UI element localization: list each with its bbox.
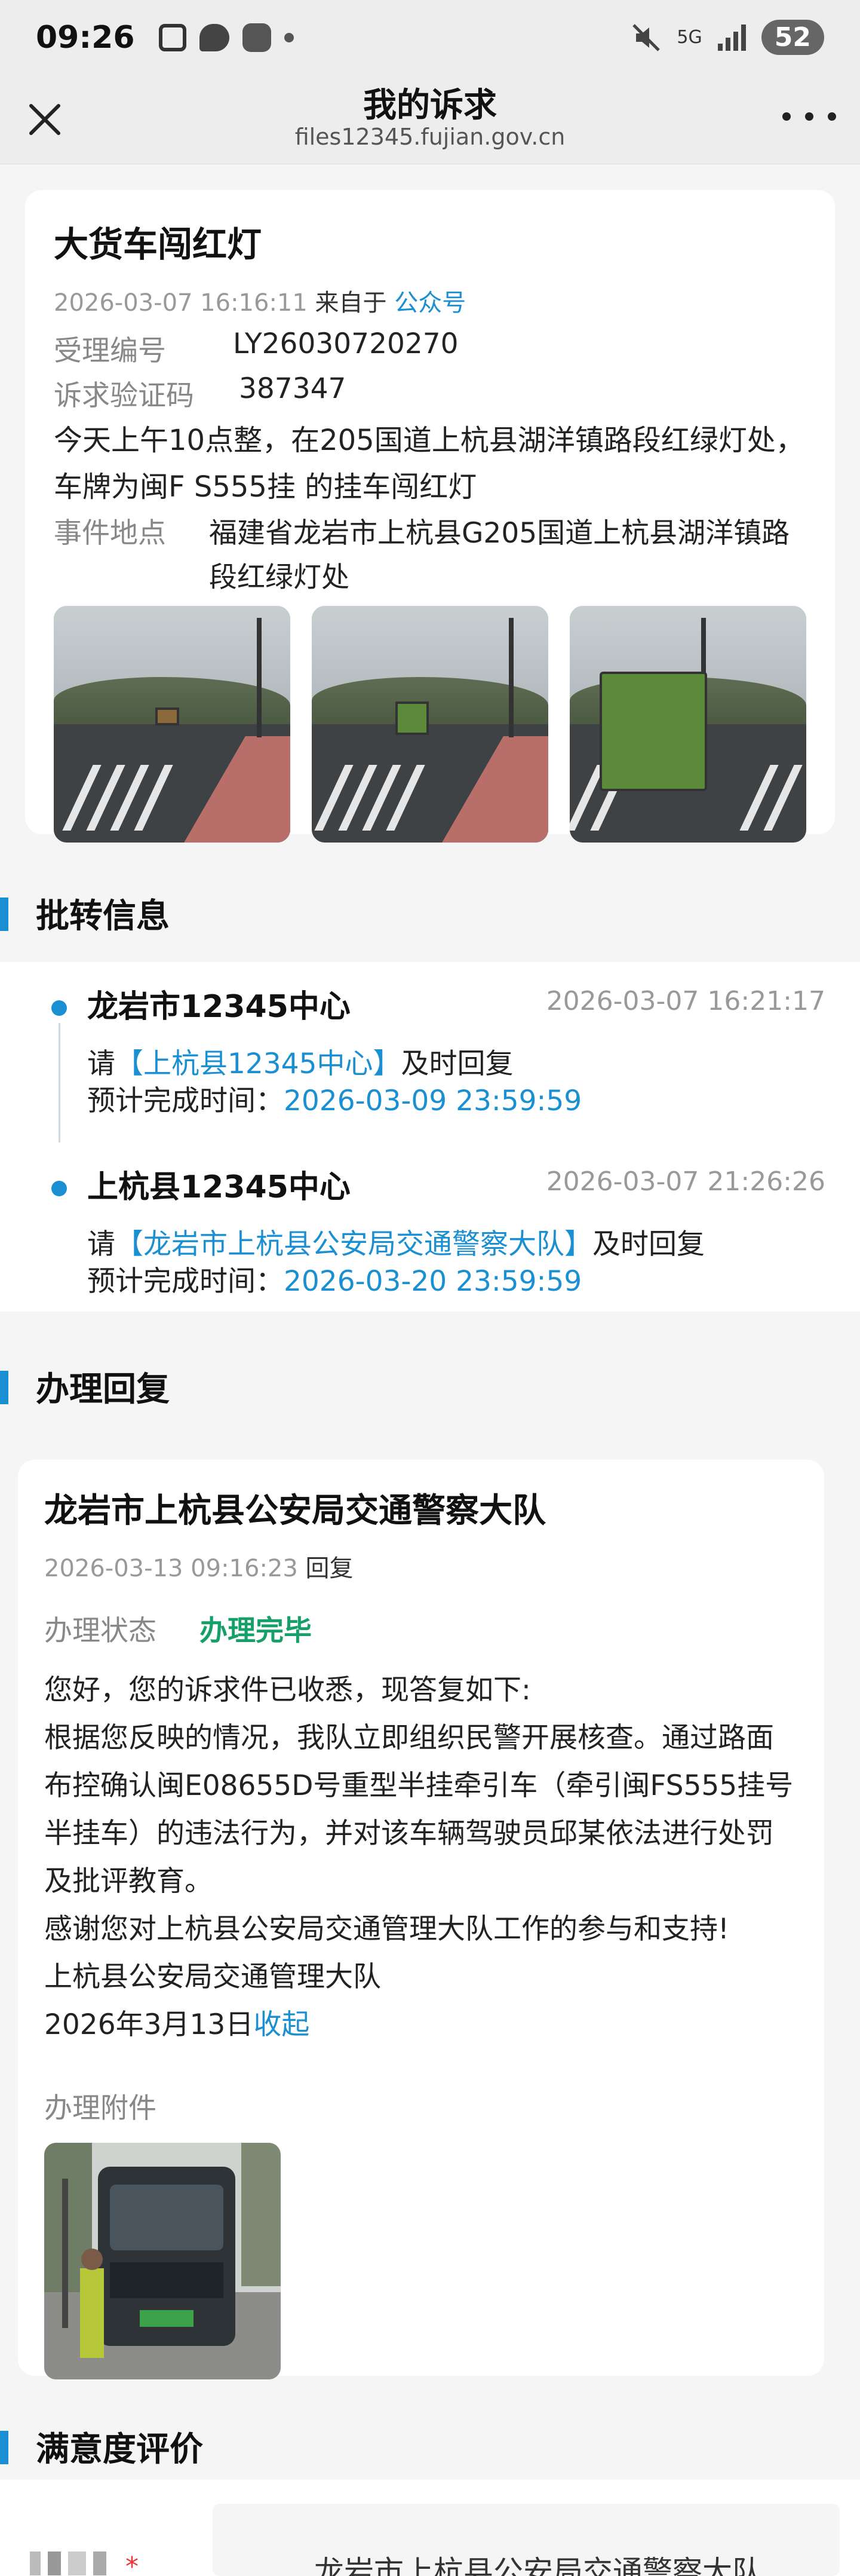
request-suffix: 及时回复 <box>401 1047 514 1080</box>
transfer-timeline: 龙岩市12345中心 2026-03-07 16:21:17 请【上杭县1234… <box>0 962 860 1312</box>
transfer-time: 2026-03-07 16:21:17 <box>546 986 825 1016</box>
reply-body: 您好，您的诉求件已收悉，现答复如下: 根据您反映的情况，我队立即组织民警开展核查… <box>44 1667 798 2049</box>
reply-section-header: 办理回复 <box>0 1350 860 1422</box>
satisfaction-org-selector[interactable]: 龙岩市上杭县公安局交通警察大队 <box>213 2504 840 2576</box>
case-code-label: 诉求验证码 <box>54 379 194 412</box>
battery-indicator: 52 <box>761 20 824 55</box>
satisfaction-section-header: 满意度评价 <box>0 2410 860 2482</box>
timeline-dot-icon <box>51 1181 67 1196</box>
case-id-row: 受理编号 LY26030720270 <box>54 327 806 369</box>
page-title: 我的诉求 <box>363 86 497 125</box>
transfer-deadline: 预计完成时间：2026-03-09 23:59:59 <box>87 1083 582 1120</box>
reply-date: 2026年3月13日 <box>44 2008 254 2041</box>
case-meta: 2026-03-07 16:16:11 来自于 公众号 <box>54 283 806 318</box>
request-suffix: 及时回复 <box>592 1228 705 1261</box>
case-id-value: LY26030720270 <box>233 327 459 360</box>
more-dot-icon <box>805 112 813 121</box>
reply-status-value: 办理完毕 <box>199 1615 312 1647</box>
transfer-org: 龙岩市12345中心 <box>87 989 351 1025</box>
case-location-value: 福建省龙岩市上杭县G205国道上杭县湖洋镇路段红绿灯处 <box>209 517 790 594</box>
reply-line: 您好，您的诉求件已收悉，现答复如下: <box>44 1674 531 1707</box>
more-dot-icon <box>828 112 836 121</box>
deadline-value: 2026-03-20 23:59:59 <box>284 1265 582 1298</box>
transfer-section-header: 批转信息 <box>0 877 860 949</box>
case-datetime: 2026-03-07 16:16:11 <box>54 289 308 317</box>
status-time: 09:26 <box>36 19 135 56</box>
title-bar: 我的诉求 files12345.fujian.gov.cn <box>0 75 860 164</box>
case-photo-3[interactable] <box>570 606 806 843</box>
request-prefix: 请 <box>87 1228 115 1261</box>
satisfaction-org: 龙岩市上杭县公安局交通警察大队 <box>314 2554 762 2576</box>
transfer-request: 请【上杭县12345中心】及时回复 <box>87 1046 514 1083</box>
attachment-image-icon <box>44 2143 281 2379</box>
satisfaction-section-title: 满意度评价 <box>36 2430 203 2469</box>
reply-line: 上杭县公安局交通管理大队 <box>44 1961 381 1993</box>
notification-dot-icon <box>284 32 294 42</box>
reply-status-label: 办理状态 <box>44 1615 156 1647</box>
case-title: 大货车闯红灯 <box>54 224 262 265</box>
transfer-request: 请【龙岩市上杭县公安局交通警察大队】及时回复 <box>87 1226 705 1263</box>
reply-section-title: 办理回复 <box>36 1370 170 1409</box>
page-url: files12345.fujian.gov.cn <box>294 124 566 150</box>
reply-meta: 2026-03-13 09:16:23 回复 <box>44 1549 798 1583</box>
reply-date-row: 2026年3月13日收起 <box>44 2001 798 2049</box>
reply-status-row: 办理状态 办理完毕 <box>44 1607 798 1649</box>
app-icon <box>242 23 271 52</box>
reply-line: 感谢您对上杭县公安局交通管理大队工作的参与和支持! <box>44 1913 729 1946</box>
case-location-row: 事件地点 福建省龙岩市上杭县G205国道上杭县湖洋镇路段红绿灯处 <box>54 511 806 600</box>
reply-card: 龙岩市上杭县公安局交通警察大队 2026-03-13 09:16:23 回复 办… <box>18 1460 824 2379</box>
request-prefix: 请 <box>87 1047 115 1080</box>
timeline-line <box>59 1023 60 1142</box>
request-target-link[interactable]: 【龙岩市上杭县公安局交通警察大队】 <box>115 1228 592 1261</box>
scan-icon <box>158 23 186 51</box>
more-button[interactable] <box>782 105 836 128</box>
status-bar: 09:26 5G 52 <box>0 0 860 75</box>
reply-action: 回复 <box>305 1555 354 1582</box>
case-photo-1[interactable] <box>54 606 290 843</box>
transfer-deadline: 预计完成时间：2026-03-20 23:59:59 <box>87 1263 582 1300</box>
deadline-label: 预计完成时间： <box>87 1265 284 1298</box>
case-source-prefix: 来自于 <box>315 289 387 317</box>
case-description: 今天上午10点整，在205国道上杭县湖洋镇路段红绿灯处，车牌为闽F S555挂 … <box>54 424 804 504</box>
reply-datetime: 2026-03-13 09:16:23 <box>44 1555 298 1582</box>
case-photo-2[interactable] <box>312 606 548 843</box>
case-id-label: 受理编号 <box>54 335 166 367</box>
transfer-section-title: 批转信息 <box>36 896 170 936</box>
signal-icon <box>717 24 746 51</box>
deadline-value: 2026-03-09 23:59:59 <box>284 1085 582 1117</box>
attachment-label: 办理附件 <box>44 2092 156 2125</box>
transfer-org: 上杭县12345中心 <box>87 1169 351 1205</box>
reply-org: 龙岩市上杭县公安局交通警察大队 <box>44 1491 546 1530</box>
case-photos <box>54 606 806 843</box>
more-dot-icon <box>782 112 791 121</box>
case-code-value: 387347 <box>239 372 346 405</box>
reply-line: 根据您反映的情况，我队立即组织民警开展核查。通过路面布控确认闽E08655D号重… <box>44 1722 794 1898</box>
case-card: 大货车闯红灯 2026-03-07 16:16:11 来自于 公众号 受理编号 … <box>25 190 835 843</box>
case-code-row: 诉求验证码 387347 <box>54 372 806 413</box>
required-mark: * <box>125 2552 139 2576</box>
attachment-photo[interactable] <box>44 2143 281 2379</box>
mute-icon <box>632 23 661 51</box>
deadline-label: 预计完成时间： <box>87 1085 284 1117</box>
case-source-link[interactable]: 公众号 <box>394 289 466 317</box>
message-icon <box>199 23 229 51</box>
collapse-link[interactable]: 收起 <box>253 2008 309 2041</box>
rating-placeholder: * <box>30 2552 139 2576</box>
transfer-time: 2026-03-07 21:26:26 <box>546 1166 825 1197</box>
case-location-label: 事件地点 <box>54 517 166 550</box>
request-target-link[interactable]: 【上杭县12345中心】 <box>115 1047 401 1080</box>
timeline-dot-icon <box>51 1000 67 1016</box>
satisfaction-area: * 龙岩市上杭县公安局交通警察大队 <box>0 2480 860 2576</box>
network-type: 5G <box>677 27 702 48</box>
